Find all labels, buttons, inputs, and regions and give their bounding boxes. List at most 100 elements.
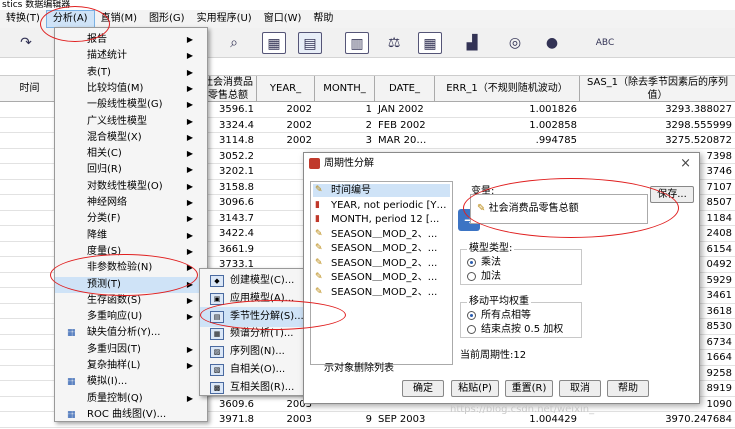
ok-button[interactable]: 确定 [402,380,444,397]
table-cell[interactable]: 2 [315,118,375,133]
analyze-menu-item[interactable]: ▦ ROC 曲线图(V)... [55,407,207,423]
table-cell[interactable]: MAR 20… [375,133,435,148]
table-cell[interactable]: 3202.1 [200,164,257,179]
table-cell[interactable]: 3293.388027 [580,102,735,117]
source-variable-item[interactable]: ▮ MONTH, period 12 [... [313,213,450,226]
circles-icon[interactable]: ◎ [503,32,527,54]
table-cell[interactable]: 3096.6 [200,195,257,210]
analyze-menu-item[interactable]: 相关(C) ▶ [55,146,207,162]
table-cell[interactable] [0,195,60,210]
analyze-menu-item[interactable]: 对数线性模型(O) ▶ [55,179,207,195]
table-cell[interactable] [0,180,60,195]
analyze-menu-item[interactable]: 神经网络 ▶ [55,195,207,211]
value-labels-icon[interactable]: ● [540,32,564,54]
table-cell[interactable] [0,412,60,427]
analyze-menu-item[interactable]: 多重响应(U) ▶ [55,309,207,325]
table-cell[interactable]: 1.002858 [435,118,580,133]
col-header-time[interactable]: 时间 [0,76,60,102]
analyze-menu-item[interactable]: 表(T) ▶ [55,65,207,81]
select-cases-icon[interactable]: ▟ [460,32,484,54]
display-casewise-listing[interactable]: 示对象删除列表 [324,359,394,374]
col-header-month[interactable]: MONTH_ [315,76,375,102]
table-cell[interactable]: 3609.6 [200,397,257,412]
table-cell[interactable]: 3052.2 [200,149,257,164]
radio-option[interactable]: 结束点按 0.5 加权 [467,323,563,336]
analyze-menu-item[interactable]: 描述统计 ▶ [55,48,207,64]
radio-option[interactable]: 加法 [467,270,501,283]
table-cell[interactable]: 3661.9 [200,242,257,257]
close-icon[interactable]: × [680,153,691,175]
reset-button[interactable]: 重置(R) [505,380,553,397]
redo-icon[interactable]: ↷ [14,32,38,54]
cancel-button[interactable]: 取消 [559,380,601,397]
table-cell[interactable]: JAN 2002 [375,102,435,117]
menu-top-item[interactable]: 图形(G) [143,10,191,28]
table-cell[interactable]: 3971.8 [200,412,257,427]
table-cell[interactable] [0,288,60,303]
analyze-menu-item[interactable]: 分类(F) ▶ [55,211,207,227]
menu-top-item[interactable]: 实用程序(U) [191,10,258,28]
binoculars-icon[interactable]: ⌕ [222,32,246,54]
analyze-menu-item[interactable]: 回归(R) ▶ [55,162,207,178]
table-cell[interactable] [0,350,60,365]
table-cell[interactable]: 3 [315,133,375,148]
table-cell[interactable]: 2003 [257,412,315,427]
table-cell[interactable]: SEP 2003 [375,412,435,427]
table-cell[interactable] [0,397,60,412]
spell-check-icon[interactable]: ABC [588,32,622,54]
source-variable-item[interactable]: ✎ SEASON＿MOD_2、... [313,271,450,284]
menu-top-item[interactable]: 窗口(W) [258,10,308,28]
col-header-date[interactable]: DATE_ [375,76,435,102]
radio-option[interactable]: 所有点相等 [467,309,531,322]
table-cell[interactable] [0,319,60,334]
table-cell[interactable]: 2002 [257,133,315,148]
radio-option[interactable]: 乘法 [467,256,501,269]
table-grid-icon[interactable]: ▦ [262,32,286,54]
col-header-sas[interactable]: SAS_1（除去季节因素后的序列值） [580,76,735,102]
table-cell[interactable]: 3275.520872 [580,133,735,148]
analyze-menu-item[interactable]: ▦ 模拟(I)... [55,374,207,390]
analyze-menu-item[interactable]: 质量控制(Q) ▶ [55,391,207,407]
table-cell[interactable]: 1 [315,102,375,117]
analyze-menu-item[interactable]: 一般线性模型(G) ▶ [55,97,207,113]
table-cell[interactable] [0,366,60,381]
table-cell[interactable] [0,149,60,164]
analyze-menu-item[interactable]: 多重归因(T) ▶ [55,342,207,358]
analyze-menu-item[interactable]: 比较均值(M) ▶ [55,81,207,97]
table-cell[interactable]: 3324.4 [200,118,257,133]
paste-button[interactable]: 粘贴(P) [451,380,499,397]
table-cell[interactable]: 9 [315,412,375,427]
table-cell[interactable] [0,335,60,350]
source-variable-item[interactable]: ✎ 时间编号 [313,184,450,197]
menu-top-item[interactable]: 转换(T) [0,10,46,28]
table-cell[interactable]: 3970.247684 [580,412,735,427]
table-cell[interactable]: .994785 [435,133,580,148]
table-cell[interactable]: 3143.7 [200,211,257,226]
table-cell[interactable] [0,118,60,133]
table-cell[interactable] [0,304,60,319]
col-header-year[interactable]: YEAR_ [257,76,315,102]
table-cell[interactable] [0,381,60,396]
analyze-menu-item[interactable]: 广义线性模型 ▶ [55,114,207,130]
source-variable-list[interactable]: ✎ 时间编号 ▮ YEAR, not periodic [Y… ▮ MONTH, peri… [310,181,453,365]
table-cell[interactable] [0,102,60,117]
table-cell[interactable] [0,133,60,148]
chart-builder-icon[interactable]: ▤ [298,32,322,54]
source-variable-item[interactable]: ▮ YEAR, not periodic [Y… [313,199,450,212]
table-cell[interactable]: 3596.1 [200,102,257,117]
table-cell[interactable]: 3114.8 [200,133,257,148]
scale-icon[interactable]: ⚖ [382,32,406,54]
split-file-icon[interactable]: ▦ [418,32,442,54]
analyze-menu-item[interactable]: ▦ 缺失值分析(Y)... [55,325,207,341]
table-cell[interactable] [0,226,60,241]
col-header-err[interactable]: ERR_1（不规则随机波动） [435,76,580,102]
analyze-menu-item[interactable]: 复杂抽样(L) ▶ [55,358,207,374]
table-cell[interactable]: 3298.555999 [580,118,735,133]
source-variable-item[interactable]: ✎ SEASON＿MOD_2、... [313,257,450,270]
source-variable-item[interactable]: ✎ SEASON＿MOD_2、... [313,286,450,299]
data-table-icon[interactable]: ▥ [345,32,369,54]
table-cell[interactable]: 3158.8 [200,180,257,195]
help-button[interactable]: 帮助 [607,380,649,397]
table-cell[interactable] [0,211,60,226]
menu-top-item[interactable]: 帮助 [307,10,339,28]
